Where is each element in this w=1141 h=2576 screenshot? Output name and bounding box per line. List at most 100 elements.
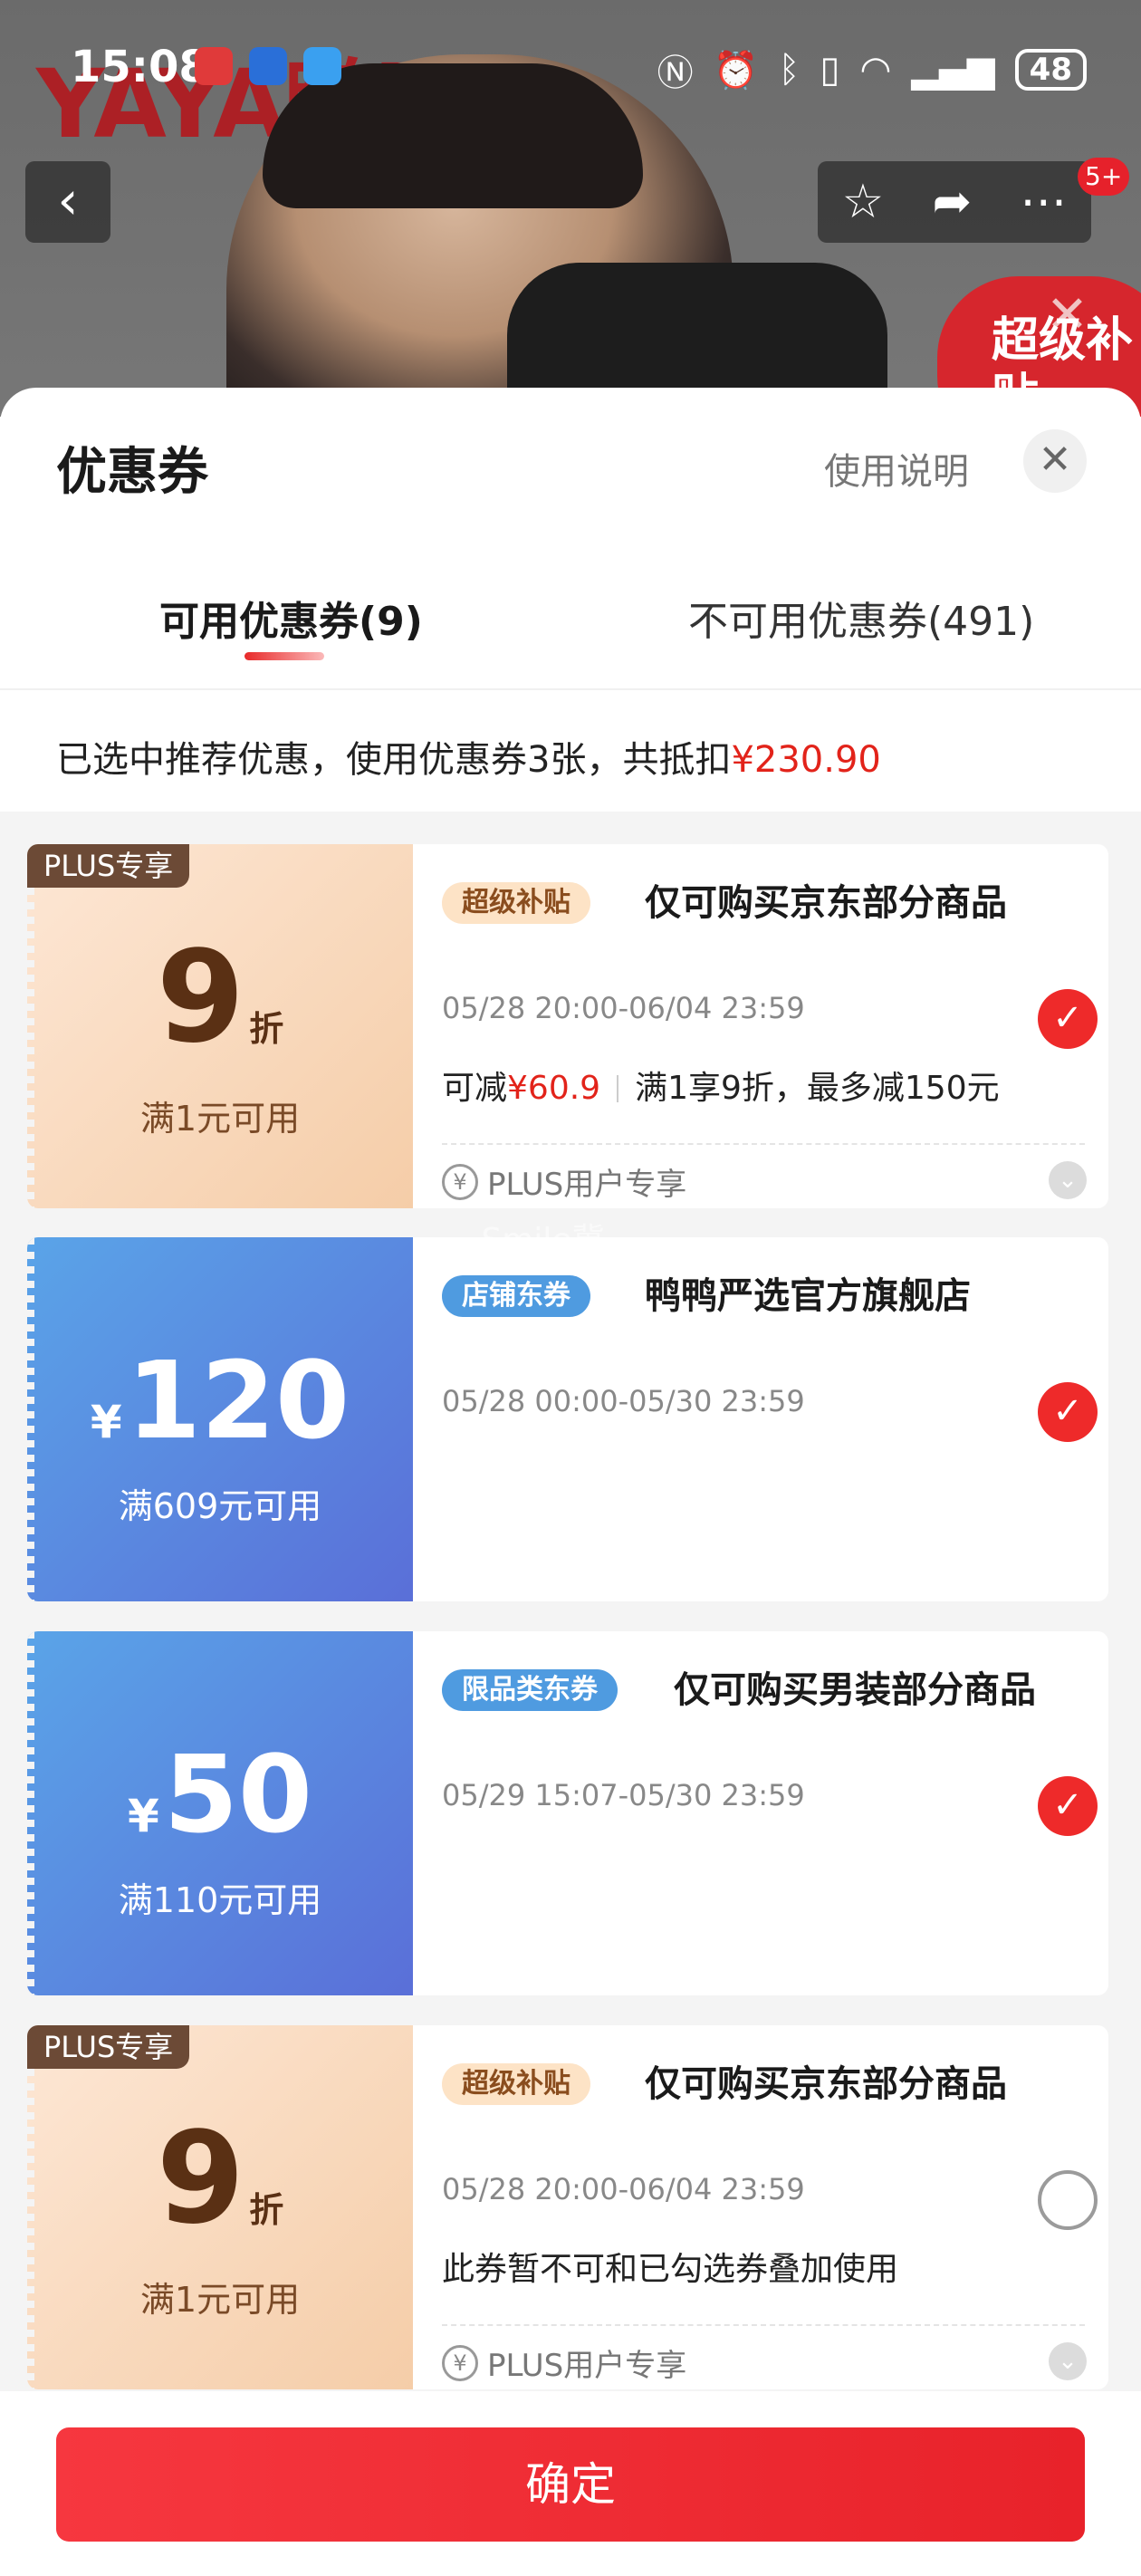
tab-available[interactable]: 可用优惠券(9): [159, 589, 423, 647]
app-notification-icon: [195, 47, 233, 85]
coupon-footer: ¥ PLUS用户专享: [442, 2341, 686, 2385]
coupon-value: 9 折: [27, 2116, 413, 2243]
share-icon[interactable]: ➦: [933, 175, 973, 229]
coupon-currency: ¥: [90, 1396, 122, 1448]
signal-icon: ▂▄▆: [911, 49, 995, 91]
coupon-card[interactable]: ¥ 50 满110元可用 限品类东券 仅可购买男装部分商品 05/29 15:0…: [27, 1631, 1108, 1995]
coupon-list[interactable]: PLUS专享 9 折 满1元可用 超级补贴 仅可购买京东部分商品 05/28 2…: [0, 812, 1141, 2397]
coupon-title: 仅可购买京东部分商品: [645, 2063, 1007, 2105]
coupon-type-tag: 店铺东券: [442, 1275, 590, 1317]
coupon-title: 仅可购买京东部分商品: [645, 882, 1007, 924]
coupon-value: ¥ 120: [27, 1337, 413, 1464]
desc-rule: 满1享9折，最多减150元: [635, 1070, 1000, 1107]
coupon-validity: 05/28 20:00-06/04 23:59: [442, 991, 805, 1025]
coupon-validity: 05/28 20:00-06/04 23:59: [442, 2172, 805, 2206]
coupon-detail: 店铺东券 鸭鸭严选官方旗舰店 05/28 00:00-05/30 23:59 ✓: [413, 1237, 1108, 1601]
chat-notification-icon: [303, 47, 341, 85]
coupon-checkbox[interactable]: ✓: [1038, 1776, 1098, 1836]
coupon-condition: 满609元可用: [118, 1486, 322, 1526]
chevron-down-icon[interactable]: ⌄: [1049, 1161, 1087, 1199]
divider: [0, 688, 1141, 690]
close-icon: ✕: [1038, 437, 1072, 483]
coupon-amount: 120: [126, 1338, 350, 1463]
plus-exclusive-tag: PLUS专享: [27, 2025, 190, 2069]
separator: [617, 1075, 619, 1102]
coupon-value-panel: PLUS专享 9 折 满1元可用: [27, 844, 413, 1208]
coupon-type-tag: 限品类东券: [442, 1669, 618, 1711]
coupon-validity: 05/28 00:00-05/30 23:59: [442, 1384, 805, 1418]
coupon-checkbox[interactable]: ✓: [1038, 1382, 1098, 1442]
coupon-description: 此券暂不可和已勾选券叠加使用: [442, 2251, 899, 2288]
bluetooth-icon: ᛒ: [778, 49, 801, 91]
bottom-bar: 确定: [0, 2391, 1141, 2576]
alarm-icon: ⏰: [713, 49, 759, 91]
coupon-card[interactable]: PLUS专享 9 折 满1元可用 超级补贴 仅可购买京东部分商品 05/28 2…: [27, 2025, 1108, 2389]
divider: [442, 1143, 1085, 1145]
coupon-type-tag: 超级补贴: [442, 2063, 590, 2105]
confirm-button[interactable]: 确定: [56, 2427, 1085, 2542]
nfc-icon: Ⓝ: [657, 53, 694, 94]
nav-actions: ☆ ➦ ⋯: [818, 161, 1091, 243]
coupon-checkbox[interactable]: ✓: [1038, 989, 1098, 1049]
coupon-detail: 限品类东券 仅可购买男装部分商品 05/29 15:07-05/30 23:59…: [413, 1631, 1108, 1995]
yen-circle-icon: ¥: [442, 1163, 478, 1200]
coupon-detail: 超级补贴 仅可购买京东部分商品 05/28 20:00-06/04 23:59 …: [413, 844, 1108, 1208]
coupon-footer: ¥ PLUS用户专享: [442, 1159, 686, 1204]
star-icon[interactable]: ☆: [842, 175, 885, 229]
active-tab-indicator: [244, 652, 324, 660]
coupon-unit: 折: [249, 2190, 284, 2230]
coupon-condition: 满1元可用: [139, 2280, 301, 2320]
sheet-title: 优惠券: [56, 443, 208, 502]
coupon-amount: 50: [163, 1732, 313, 1857]
coupon-discount: 9: [156, 2105, 245, 2253]
status-time: 15:08: [71, 42, 209, 92]
back-button[interactable]: ‹: [25, 161, 110, 243]
coupon-description: 可减¥60.9 满1享9折，最多减150元: [442, 1062, 1000, 1109]
coupon-currency: ¥: [127, 1790, 159, 1842]
coupon-value: 9 折: [27, 935, 413, 1062]
coupon-condition: 满1元可用: [139, 1099, 301, 1139]
chevron-left-icon: ‹: [57, 169, 79, 231]
divider: [442, 2324, 1085, 2326]
coupon-footer-text: PLUS用户专享: [487, 2348, 687, 2384]
close-button[interactable]: ✕: [1023, 429, 1087, 493]
coupon-value-panel: ¥ 120 满609元可用: [27, 1237, 413, 1601]
check-icon: ✓: [1052, 1784, 1083, 1826]
check-icon: ✓: [1052, 997, 1083, 1039]
coupon-title: 仅可购买男装部分商品: [674, 1669, 1036, 1711]
coupon-footer-text: PLUS用户专享: [487, 1167, 687, 1203]
coupon-value-panel: PLUS专享 9 折 满1元可用: [27, 2025, 413, 2389]
battery-icon: 48: [1014, 49, 1087, 91]
summary-text: 已选中推荐优惠，使用优惠券3张，共抵扣: [56, 739, 732, 781]
app-notification-icon: [249, 47, 287, 85]
coupon-detail: 超级补贴 仅可购买京东部分商品 05/28 20:00-06/04 23:59 …: [413, 2025, 1108, 2389]
system-icons: Ⓝ ⏰ ᛒ ▯ ◠ ▂▄▆ 48: [657, 43, 1087, 96]
vibrate-icon: ▯: [820, 49, 840, 91]
coupon-value: ¥ 50: [27, 1731, 413, 1858]
coupon-checkbox[interactable]: [1038, 2170, 1098, 2230]
check-icon: ✓: [1052, 1390, 1083, 1432]
selection-summary: 已选中推荐优惠，使用优惠券3张，共抵扣¥230.90: [56, 730, 881, 783]
coupon-title: 鸭鸭严选官方旗舰店: [645, 1275, 971, 1317]
chevron-down-icon[interactable]: ⌄: [1049, 2342, 1087, 2380]
desc-prefix: 可减: [442, 1070, 508, 1107]
coupon-discount: 9: [156, 924, 245, 1072]
coupon-sheet: 优惠券 使用说明 ✕ 可用优惠券(9) 不可用优惠券(491) 已选中推荐优惠，…: [0, 388, 1141, 2576]
wifi-icon: ◠: [859, 49, 892, 91]
usage-help-link[interactable]: 使用说明: [824, 442, 969, 495]
desc-amount: ¥60.9: [507, 1070, 601, 1107]
plus-exclusive-tag: PLUS专享: [27, 844, 190, 888]
watermark: .Smile冀: [471, 1222, 605, 1259]
more-icon[interactable]: ⋯: [1020, 175, 1067, 229]
yen-circle-icon: ¥: [442, 2344, 478, 2381]
tab-unavailable[interactable]: 不可用优惠券(491): [688, 589, 1034, 647]
status-bar: 15:08 Ⓝ ⏰ ᛒ ▯ ◠ ▂▄▆ 48: [0, 0, 1141, 136]
coupon-type-tag: 超级补贴: [442, 882, 590, 924]
coupon-card[interactable]: PLUS专享 9 折 满1元可用 超级补贴 仅可购买京东部分商品 05/28 2…: [27, 844, 1108, 1208]
coupon-condition: 满110元可用: [118, 1880, 322, 1920]
summary-amount: ¥230.90: [731, 739, 881, 781]
message-badge: 5+: [1078, 158, 1130, 196]
coupon-validity: 05/29 15:07-05/30 23:59: [442, 1778, 805, 1812]
coupon-card[interactable]: ¥ 120 满609元可用 店铺东券 鸭鸭严选官方旗舰店 05/28 00:00…: [27, 1237, 1108, 1601]
coupon-unit: 折: [249, 1009, 284, 1049]
